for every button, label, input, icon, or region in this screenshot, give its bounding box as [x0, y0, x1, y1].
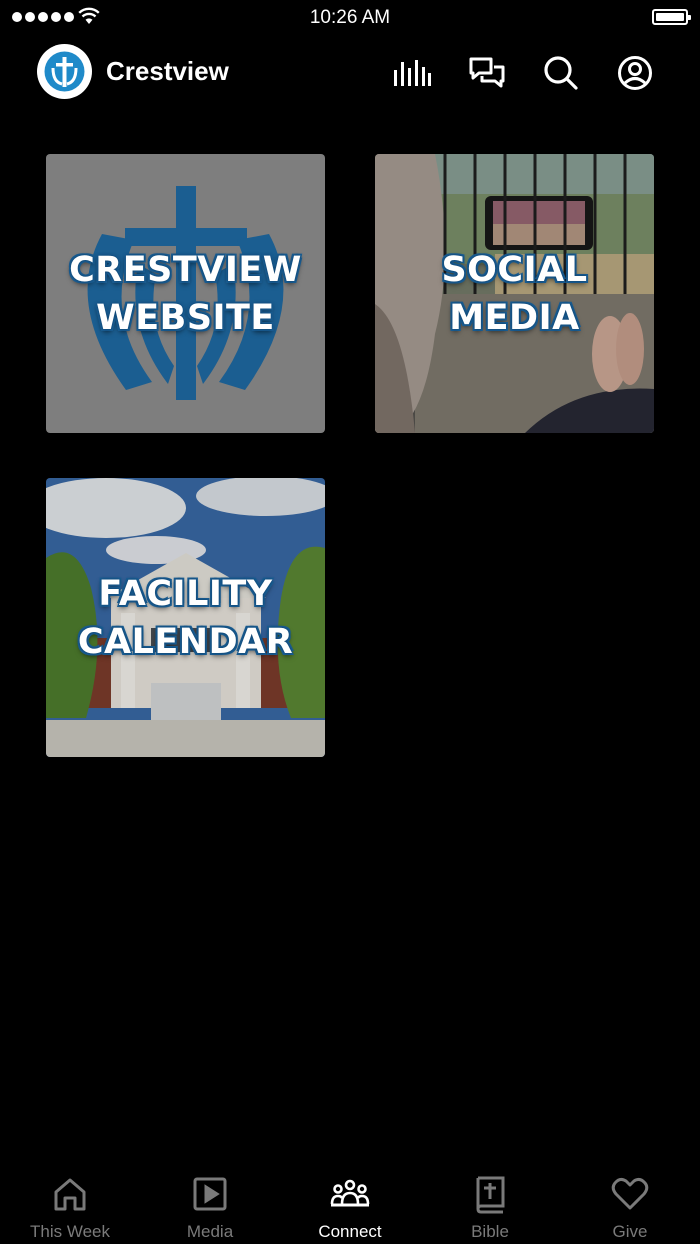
battery-icon — [652, 9, 691, 25]
tab-bible[interactable]: Bible — [420, 1160, 560, 1244]
tab-bar: This Week Media Connect Bible Give — [0, 1160, 700, 1244]
live-bars-icon[interactable] — [392, 53, 432, 93]
heart-icon — [611, 1177, 649, 1210]
people-icon — [330, 1179, 370, 1207]
tab-connect[interactable]: Connect — [280, 1160, 420, 1244]
search-icon[interactable] — [541, 53, 581, 93]
home-icon — [54, 1178, 86, 1211]
tab-this-week[interactable]: This Week — [0, 1160, 140, 1244]
status-time: 10:26 AM — [309, 7, 391, 28]
app-title: Crestview — [106, 56, 229, 86]
tab-give[interactable]: Give — [560, 1160, 700, 1244]
play-icon — [193, 1177, 227, 1211]
crestview-website-tile[interactable]: CRESTVIEW WEBSITE — [46, 154, 325, 433]
chat-icon[interactable] — [467, 53, 507, 93]
bible-icon — [476, 1176, 505, 1214]
crestview-logo-icon[interactable] — [37, 44, 92, 99]
tab-media[interactable]: Media — [140, 1160, 280, 1244]
status-bar: 10:26 AM — [0, 0, 700, 36]
social-media-tile[interactable]: SOCIAL MEDIA — [375, 154, 654, 433]
tile-label: FACILITY CALENDAR — [77, 573, 294, 662]
facility-calendar-tile[interactable]: FACILITY CALENDAR — [46, 478, 325, 757]
app-header: Crestview — [0, 36, 700, 106]
profile-icon[interactable] — [615, 53, 655, 93]
tile-label: CRESTVIEW WEBSITE — [69, 249, 302, 338]
tile-label: SOCIAL MEDIA — [441, 249, 588, 338]
